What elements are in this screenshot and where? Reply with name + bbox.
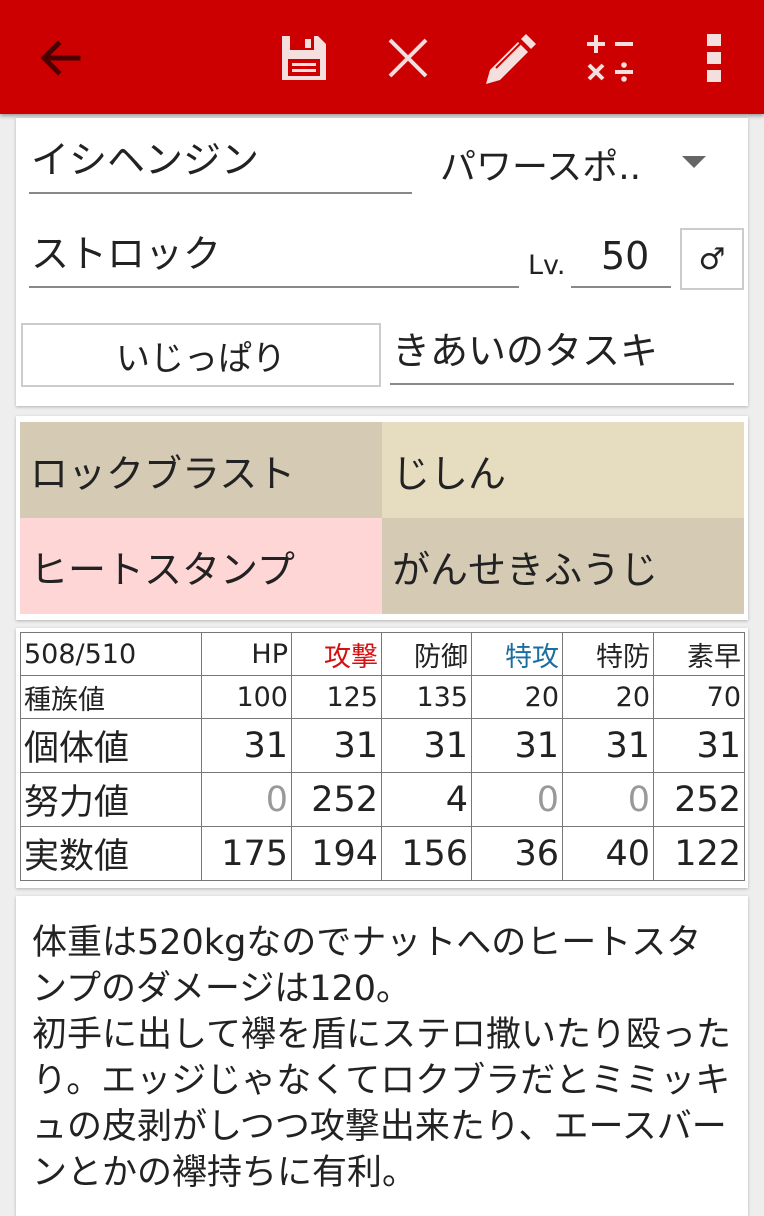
move-3-name: ヒートスタンプ [30,547,295,592]
iv-sp-defense[interactable]: 31 [562,718,654,773]
iv-row: 個体値 31 31 31 31 31 31 [20,718,745,773]
moves-grid: ロックブラスト じしん ヒートスタンプ がんせきふうじ [20,422,744,614]
stats-table: 508/510 HP 攻撃 防御 特攻 特防 素早 種族値 100 125 13… [20,632,745,881]
item-value: きあいのタスキ [392,329,659,373]
level-field[interactable]: 50 [571,228,671,288]
ev-hp[interactable]: 0 [201,772,292,827]
actual-stats-row: 実数値 175 194 156 36 40 122 [20,826,745,881]
level-value: 50 [601,234,650,278]
item-field[interactable]: きあいのタスキ [390,323,734,385]
row-label: 努力値 [20,772,202,827]
ability-value: パワースポ.. [440,147,642,188]
stats-header-row: 508/510 HP 攻撃 防御 特攻 特防 素早 [20,632,745,676]
iv-attack[interactable]: 31 [291,718,382,773]
move-4-name: がんせきふうじ [392,547,659,592]
base-attack: 125 [291,675,382,719]
dropdown-arrow-icon [682,156,706,168]
iv-speed[interactable]: 31 [653,718,745,773]
calculator-icon[interactable] [580,28,640,88]
ev-row: 努力値 0 252 4 0 0 252 [20,772,745,827]
ability-dropdown[interactable]: パワースポ.. [440,138,740,190]
row-label: 種族値 [20,675,202,719]
header-speed: 素早 [653,632,745,676]
header-sp-defense: 特防 [562,632,654,676]
edit-pencil-icon[interactable] [480,28,540,88]
gender-button[interactable]: ♂ [680,228,744,290]
actual-attack[interactable]: 194 [291,826,382,881]
app-toolbar [0,0,764,114]
iv-defense[interactable]: 31 [381,718,472,773]
stats-card: 508/510 HP 攻撃 防御 特攻 特防 素早 種族値 100 125 13… [16,628,748,888]
iv-hp[interactable]: 31 [201,718,292,773]
base-sp-attack: 20 [471,675,563,719]
ev-sp-attack[interactable]: 0 [471,772,563,827]
iv-sp-attack[interactable]: 31 [471,718,563,773]
back-arrow-icon[interactable] [30,28,90,88]
actual-sp-defense[interactable]: 40 [562,826,654,881]
move-slot-4[interactable]: がんせきふうじ [382,518,744,614]
base-sp-defense: 20 [562,675,654,719]
gender-male-icon: ♂ [698,241,726,277]
basic-info-card: イシヘンジン パワースポ.. ストロック Lv. 50 ♂ いじっぱり きあいの… [16,118,748,406]
base-hp: 100 [201,675,292,719]
base-speed: 70 [653,675,745,719]
level-label: Lv. [528,250,566,281]
header-sp-attack: 特攻 [471,632,563,676]
move-2-name: じしん [392,451,507,496]
row-label: 実数値 [20,826,202,881]
ev-total: 508/510 [20,632,202,676]
actual-sp-attack[interactable]: 36 [471,826,563,881]
memo-text[interactable]: 体重は520kgなのでナットへのヒートスタンプのダメージは120。 初手に出して… [32,920,732,1196]
nature-value: いじっぱり [116,338,286,379]
actual-hp[interactable]: 175 [201,826,292,881]
move-slot-2[interactable]: じしん [382,422,744,518]
nickname-field[interactable]: ストロック [29,228,519,288]
actual-defense[interactable]: 156 [381,826,472,881]
moves-card: ロックブラスト じしん ヒートスタンプ がんせきふうじ [16,416,748,620]
species-value: イシヘンジン [31,138,260,182]
save-icon[interactable] [274,28,334,88]
nature-button[interactable]: いじっぱり [21,323,381,387]
move-slot-3[interactable]: ヒートスタンプ [20,518,382,614]
actual-speed[interactable]: 122 [653,826,745,881]
nickname-value: ストロック [31,232,222,276]
ev-attack[interactable]: 252 [291,772,382,827]
move-1-name: ロックブラスト [30,451,296,496]
base-stats-row: 種族値 100 125 135 20 20 70 [20,675,745,719]
header-hp: HP [201,632,292,676]
ev-sp-defense[interactable]: 0 [562,772,654,827]
row-label: 個体値 [20,718,202,773]
base-defense: 135 [381,675,472,719]
ev-defense[interactable]: 4 [381,772,472,827]
more-vert-icon[interactable] [684,28,744,88]
memo-card: 体重は520kgなのでナットへのヒートスタンプのダメージは120。 初手に出して… [16,896,748,1216]
close-icon[interactable] [378,28,438,88]
ev-speed[interactable]: 252 [653,772,745,827]
header-defense: 防御 [381,632,472,676]
move-slot-1[interactable]: ロックブラスト [20,422,382,518]
species-field[interactable]: イシヘンジン [29,134,412,194]
header-attack: 攻撃 [291,632,382,676]
